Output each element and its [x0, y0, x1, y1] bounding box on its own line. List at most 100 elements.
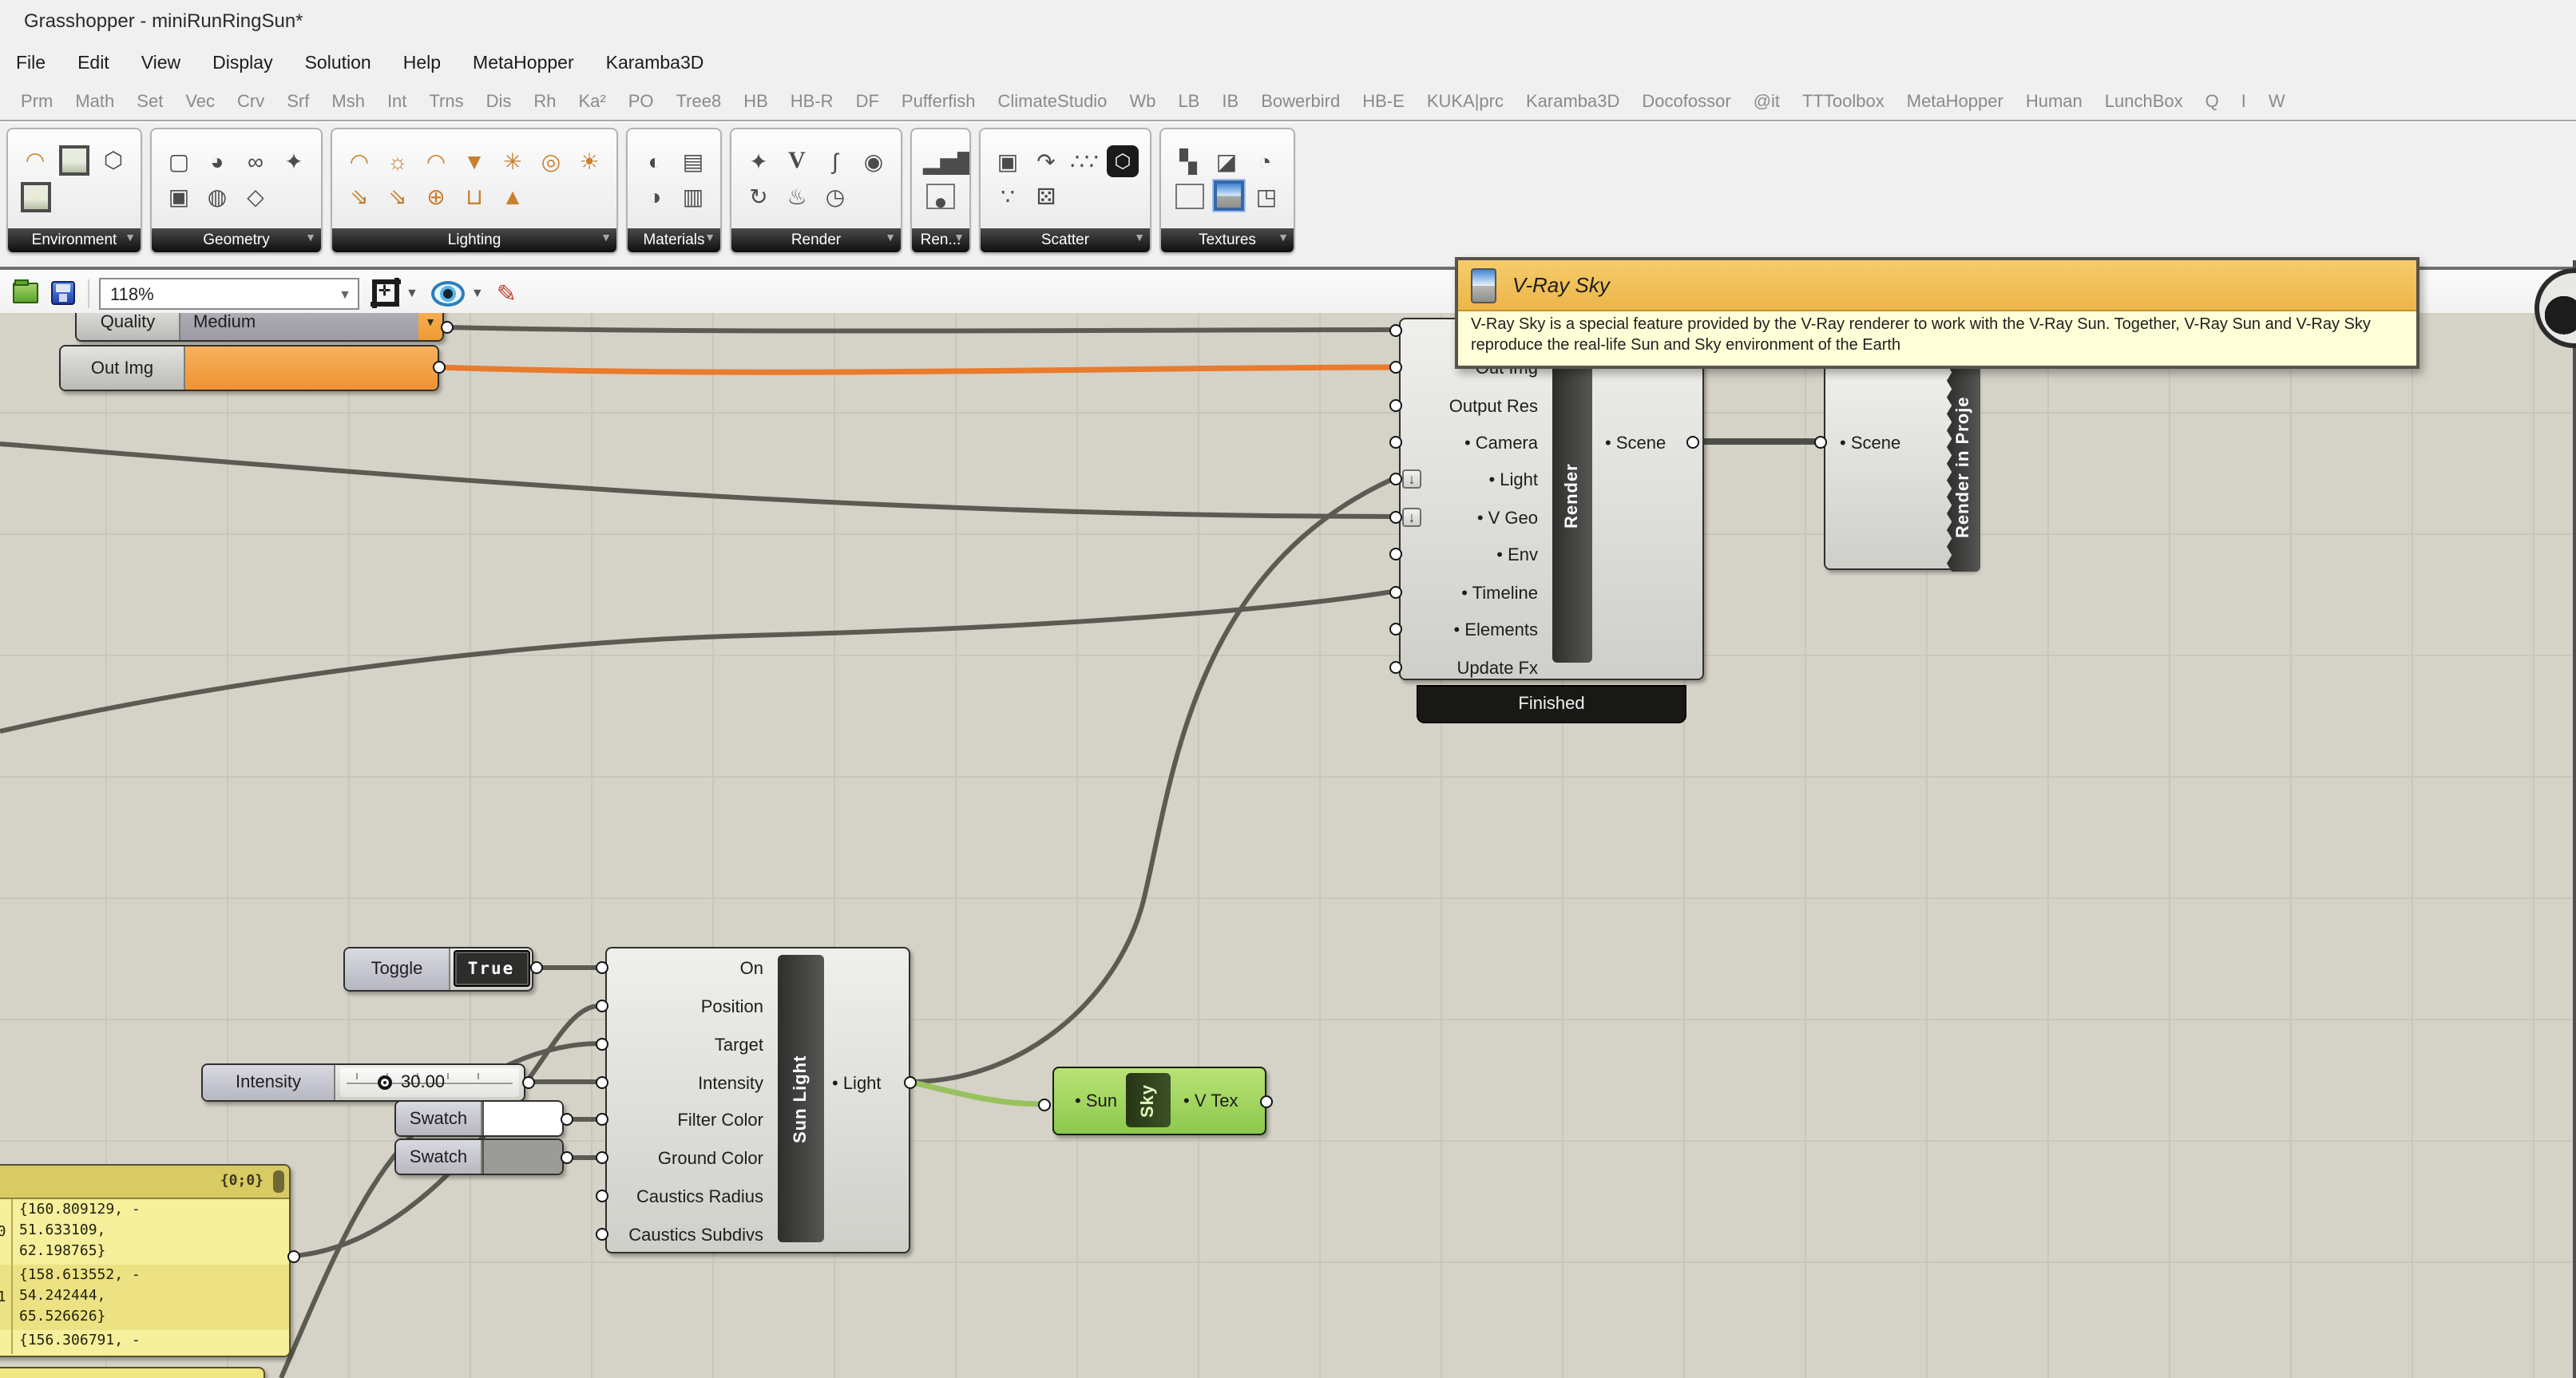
sky-component[interactable]: • Sun Sky • V Tex	[1052, 1066, 1266, 1134]
swatch-node[interactable]: Swatch	[394, 1100, 564, 1137]
sphere-light-icon[interactable]: ◎	[535, 145, 567, 177]
port[interactable]	[1389, 623, 1402, 636]
port[interactable]	[1389, 398, 1402, 411]
chevron-down-icon[interactable]: ▼	[953, 233, 965, 244]
tab-msh[interactable]: Msh	[320, 93, 376, 112]
panel-grip[interactable]	[273, 1170, 284, 1193]
expand-arrow-icon[interactable]: ↓	[1402, 507, 1421, 526]
port[interactable]	[596, 1075, 608, 1088]
geometry-box-icon[interactable]: ▢	[163, 145, 195, 177]
port[interactable]	[596, 1151, 608, 1164]
randomize-dice-icon[interactable]: ⚄	[1030, 180, 1062, 212]
clay-icon[interactable]: ◕	[201, 145, 233, 177]
chevron-down-icon[interactable]: ▼	[125, 233, 136, 244]
render-in-project-title[interactable]: Render in Proje	[1947, 363, 1980, 571]
port[interactable]	[522, 1075, 535, 1088]
mesh-scatter-icon[interactable]: ∴∵	[1068, 145, 1100, 177]
tab-crv[interactable]: Crv	[226, 93, 275, 112]
chevron-down-icon[interactable]: ▼	[704, 233, 715, 244]
swatch-node[interactable]: Swatch	[394, 1138, 564, 1175]
port[interactable]	[1389, 510, 1402, 523]
tab-lunchbox[interactable]: LunchBox	[2094, 93, 2194, 112]
adaptive-dome-icon[interactable]: ◠	[343, 145, 375, 177]
render-component-title[interactable]: Render	[1552, 329, 1592, 663]
tab-tttoolbox[interactable]: TTToolbox	[1791, 93, 1896, 112]
rays-light-icon[interactable]: ⇘	[382, 180, 414, 212]
tab-prm[interactable]: Prm	[10, 93, 64, 112]
render-component[interactable]: Render • Scene Out ImgOutput Res• Camera…	[1399, 318, 1704, 680]
tab-kukaprc[interactable]: KUKA|prc	[1416, 93, 1515, 112]
sun-light-component[interactable]: Sun Light • Light OnPositionTargetIntens…	[605, 947, 910, 1253]
tab-rh[interactable]: Rh	[522, 93, 567, 112]
chevron-down-icon[interactable]: ▼	[600, 233, 612, 244]
spot-light-icon[interactable]: ▼	[458, 145, 490, 177]
curve-graph-icon[interactable]: ∫	[819, 145, 851, 177]
camera-icon[interactable]: ◉	[858, 145, 890, 177]
tab-dis[interactable]: Dis	[475, 93, 523, 112]
tab-tree8[interactable]: Tree8	[665, 93, 733, 112]
save-icon[interactable]	[51, 281, 75, 305]
tab-lb[interactable]: LB	[1167, 93, 1211, 112]
proxy-box-icon[interactable]: ✦	[278, 145, 310, 177]
port[interactable]	[1389, 323, 1402, 336]
teapot-doc-icon[interactable]: ♨	[781, 180, 813, 212]
env-hexagon-icon[interactable]: ⬡	[97, 144, 129, 176]
out-img-node[interactable]: Out Img	[59, 345, 439, 391]
tab-q[interactable]: Q	[2194, 93, 2230, 112]
tab-hb[interactable]: HB	[732, 93, 779, 112]
canvas[interactable]: Quality Medium ▼ Out Img Render • Scene …	[0, 313, 2576, 1378]
port[interactable]	[596, 1189, 608, 1202]
checker-sphere-icon[interactable]: ◑	[639, 180, 671, 212]
port[interactable]	[596, 1113, 608, 1126]
quality-value[interactable]: Medium	[180, 313, 418, 340]
data-panel[interactable]: {0;0} 0{160.809129, -51.633109,62.198765…	[0, 1164, 291, 1357]
tab-karamba3d[interactable]: Karamba3D	[1515, 93, 1631, 112]
uv-map-icon[interactable]: ◔	[1249, 145, 1281, 177]
frame-buffer-icon[interactable]: ▂▅▇	[923, 145, 955, 177]
sky-texture-icon[interactable]	[1214, 180, 1244, 211]
backplate-icon[interactable]	[59, 145, 89, 176]
toggle-node[interactable]: Toggle True	[343, 946, 533, 991]
tab-it[interactable]: @it	[1742, 93, 1791, 112]
menu-view[interactable]: View	[125, 54, 196, 73]
render-proxy-icon[interactable]: ✦	[743, 145, 775, 177]
swatch-color[interactable]	[482, 1140, 562, 1174]
port[interactable]	[1814, 435, 1827, 448]
palette-icon[interactable]: ◍	[201, 180, 233, 212]
tab-hb-r[interactable]: HB-R	[779, 93, 845, 112]
material-doc-icon[interactable]: ▤	[677, 145, 709, 177]
tab-ib[interactable]: IB	[1211, 93, 1250, 112]
sketch-pen-icon[interactable]: ✎	[497, 279, 517, 307]
tab-bowerbird[interactable]: Bowerbird	[1250, 93, 1351, 112]
tab-int[interactable]: Int	[376, 93, 418, 112]
chevron-down-icon[interactable]: ▼	[1278, 233, 1289, 244]
out-img-value[interactable]	[185, 346, 438, 390]
menu-solution[interactable]: Solution	[289, 54, 387, 73]
port[interactable]	[530, 961, 543, 974]
tab-hb-e[interactable]: HB-E	[1351, 93, 1416, 112]
quality-dropdown-icon[interactable]: ▼	[418, 313, 442, 340]
sky-title[interactable]: Sky	[1126, 1072, 1171, 1127]
tab-metahopper[interactable]: MetaHopper	[1896, 93, 2015, 112]
proxy-mesh-icon[interactable]: ◇	[240, 180, 271, 212]
denoiser-icon[interactable]: ●	[926, 184, 955, 209]
sun-target-icon[interactable]: ☼	[382, 145, 414, 177]
chevron-down-icon[interactable]: ▼	[339, 279, 351, 311]
port[interactable]	[1260, 1095, 1273, 1108]
preview-eye-icon[interactable]	[431, 280, 465, 306]
open-file-icon[interactable]	[13, 283, 38, 303]
tab-human[interactable]: Human	[2015, 93, 2094, 112]
checker-texture-icon[interactable]: ▚	[1172, 145, 1204, 177]
menu-file[interactable]: File	[0, 54, 61, 73]
menu-display[interactable]: Display	[196, 54, 288, 73]
expand-arrow-icon[interactable]: ↓	[1402, 469, 1421, 489]
material-page-icon[interactable]: ▥	[677, 180, 709, 212]
infinite-plane-icon[interactable]: ∞	[240, 145, 271, 177]
rect-light-icon[interactable]: ⊔	[458, 180, 490, 212]
tab-df[interactable]: DF	[845, 93, 890, 112]
chaos-cosmos-icon[interactable]: ⬡	[1107, 145, 1139, 177]
chevron-down-icon[interactable]: ▼	[885, 233, 896, 244]
intensity-slider-node[interactable]: Intensity 30.00	[201, 1063, 525, 1101]
port[interactable]	[596, 1000, 608, 1012]
instancer-icon[interactable]: ▣	[992, 145, 1024, 177]
